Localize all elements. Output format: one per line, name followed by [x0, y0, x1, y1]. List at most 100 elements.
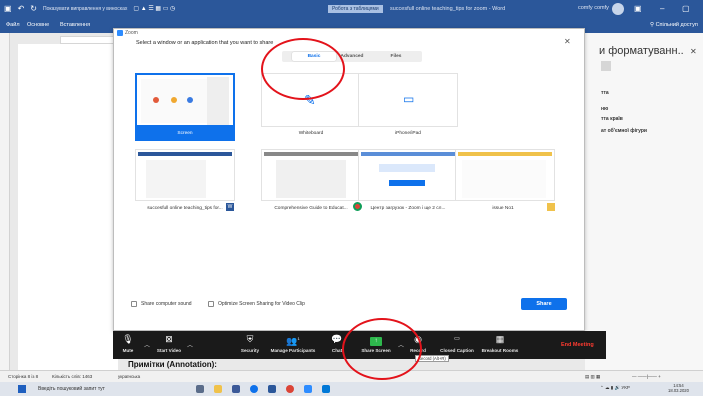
pane-close-icon[interactable]: ✕	[690, 47, 697, 56]
zoom-app-icon[interactable]	[250, 385, 258, 393]
pane-option[interactable]: тта країв	[601, 116, 623, 122]
annotation-heading: Примітки (Annotation):	[128, 360, 217, 369]
participants-count: 1	[297, 336, 300, 341]
account-name[interactable]: comfy comfy	[578, 5, 609, 11]
tab-insert[interactable]: Вставлення	[60, 22, 90, 28]
breakout-icon: ▦	[495, 334, 505, 344]
share-sound-checkbox[interactable]	[131, 301, 137, 307]
maximize-icon[interactable]: ▢	[682, 4, 690, 13]
chevron-up-icon[interactable]: ︿	[187, 340, 193, 349]
chrome-app-icon[interactable]	[286, 385, 294, 393]
word-app-icon[interactable]	[268, 385, 276, 393]
window-thumbnail	[135, 149, 235, 201]
pane-option[interactable]: ню	[601, 106, 608, 112]
tile-label: succesfull online teaching_tips for...	[147, 206, 223, 211]
tile-label: issue No1	[492, 206, 514, 211]
breakout-rooms-label: Breakout Rooms	[481, 348, 519, 353]
qa-misc-icon[interactable]: ▢ ▲ ☰ ▦ ▭ ◷	[133, 5, 175, 12]
format-pane: и форматуванн.. ✕ тта ню тта країв ат об…	[585, 33, 703, 370]
task-view-icon[interactable]	[196, 385, 204, 393]
document-page[interactable]	[18, 44, 118, 370]
format-pane-title: и форматуванн..	[599, 45, 684, 57]
windows-start-icon[interactable]	[18, 385, 26, 393]
highlight-circle	[342, 318, 422, 380]
tile-label: Comprehensive Guide to Educat...	[274, 206, 348, 211]
start-video-button[interactable]: ⊠ Start Video	[153, 333, 185, 353]
quick-access-option[interactable]: Показувати виправлення у виносках	[43, 6, 127, 12]
phone-icon: ▭	[403, 92, 415, 106]
optimize-video-checkbox[interactable]	[208, 301, 214, 307]
shield-icon: ⛨	[246, 334, 254, 344]
horizontal-ruler	[60, 36, 115, 44]
tile-label: Whiteboard	[298, 131, 324, 136]
share-tile-window[interactable]: Comprehensive Guide to Educat...	[261, 149, 362, 219]
zoom-logo-icon	[117, 30, 123, 36]
store-icon[interactable]	[232, 385, 240, 393]
file-explorer-icon[interactable]	[214, 385, 222, 393]
word-status-bar: Сторінка 8 із 8 Кількість слів: 1463 укр…	[0, 370, 703, 382]
share-sound-label: Share computer sound	[141, 301, 192, 307]
share-tile-window[interactable]: succesfull online teaching_tips for... W	[135, 149, 235, 219]
zoom-slider[interactable]: — ——|—— +	[632, 374, 661, 379]
pane-option[interactable]: тта	[601, 90, 609, 96]
document-title: succesfull online teaching_tips for zoom…	[390, 6, 506, 12]
ribbon-display-icon[interactable]: ▣	[634, 4, 642, 13]
share-button[interactable]: Share	[521, 298, 567, 310]
folder-icon	[547, 203, 555, 211]
word-share-label: Спільний доступ	[655, 22, 698, 28]
system-tray[interactable]: ⌃ ☁ ▮ 🔊 УКР	[600, 385, 630, 391]
iphone-thumbnail: ▭	[358, 73, 458, 127]
dialog-titlebar: Zoom	[114, 29, 584, 37]
redo-icon[interactable]: ↻	[30, 4, 37, 13]
closed-caption-label: Closed Caption	[440, 348, 474, 353]
word-count[interactable]: Кількість слів: 1463	[52, 374, 92, 379]
window-thumbnail	[261, 149, 361, 201]
clock[interactable]: 14:54 18.03.2020	[668, 383, 689, 393]
dialog-prompt: Select a window or an application that y…	[136, 40, 274, 46]
clock-date: 18.03.2020	[668, 388, 689, 393]
tile-label: Screen	[177, 131, 193, 136]
table-tools-tag: Робота з таблицями	[328, 5, 383, 13]
share-tile-folder[interactable]: issue No1	[443, 149, 563, 219]
edge-app-icon[interactable]	[322, 385, 330, 393]
page-count[interactable]: Сторінка 8 із 8	[8, 374, 38, 379]
language-status[interactable]: українська	[118, 374, 140, 379]
taskbar-search-input[interactable]: Введіть пошуковий запит тут	[30, 384, 180, 394]
close-icon[interactable]: ✕	[564, 37, 571, 46]
participants-label: Manage Participants	[270, 348, 316, 353]
microphone-icon: 🎙	[122, 334, 134, 344]
avatar[interactable]	[612, 3, 624, 15]
participants-icon: 👥1	[286, 336, 300, 346]
tile-label: iPhone/iPad	[395, 131, 421, 136]
vertical-ruler	[0, 33, 10, 370]
end-meeting-button[interactable]: End Meeting	[561, 342, 594, 348]
view-mode-icon[interactable]: ▤ ▥ ▦	[585, 374, 600, 380]
word-title-bar: ▣ ↶ ↻ Показувати виправлення у виносках …	[0, 0, 703, 19]
tray-icons: ⌃ ☁ ▮ 🔊	[600, 385, 622, 390]
participants-button[interactable]: 👥1 Manage Participants	[268, 333, 318, 353]
share-tile-iphone[interactable]: ▭ iPhone/iPad	[358, 73, 458, 141]
fill-icon[interactable]	[601, 61, 611, 71]
minimize-icon[interactable]: –	[660, 4, 664, 13]
share-dialog: Zoom Select a window or an application t…	[113, 28, 585, 331]
word-icon: W	[226, 203, 234, 211]
word-share-button[interactable]: ⚲ Спільний доступ	[650, 22, 698, 28]
tab-files[interactable]: Files	[374, 52, 418, 61]
windows-taskbar: Введіть пошуковий запит тут ⌃ ☁ ▮ 🔊 УКР …	[0, 382, 703, 396]
breakout-rooms-button[interactable]: ▦ Breakout Rooms	[478, 333, 522, 353]
highlight-circle	[261, 38, 345, 100]
share-tile-screen[interactable]: Screen	[135, 73, 235, 141]
save-icon[interactable]: ▣	[4, 4, 12, 13]
security-button[interactable]: ⛨ Security	[238, 333, 262, 353]
chevron-up-icon[interactable]: ︿	[144, 340, 150, 349]
security-label: Security	[240, 348, 260, 353]
dialog-app-name: Zoom	[125, 30, 138, 36]
undo-icon[interactable]: ↶	[18, 4, 25, 13]
mute-label: Mute	[122, 348, 134, 353]
closed-caption-button[interactable]: ▭ Closed Caption	[437, 333, 477, 353]
tab-file[interactable]: Файл	[6, 22, 20, 28]
mute-button[interactable]: 🎙 Mute	[119, 333, 137, 353]
tab-home[interactable]: Основне	[27, 22, 49, 28]
zoom-meeting-icon[interactable]	[304, 385, 312, 393]
pane-option[interactable]: ат об'ємної фігури	[601, 128, 647, 134]
